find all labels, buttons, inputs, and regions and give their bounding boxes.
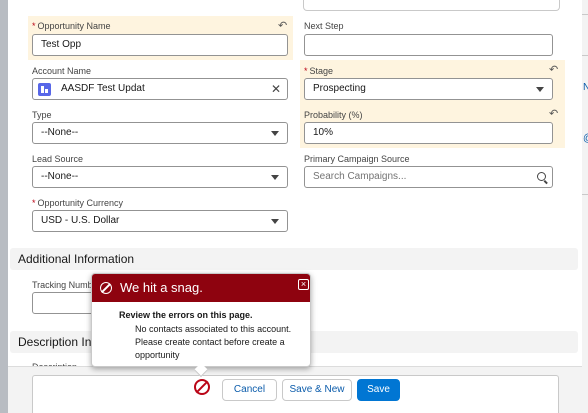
error-list: No contacts associated to this account. … [119,323,304,362]
backdrop-line [582,194,588,195]
opportunity-currency-field: * Opportunity Currency USD - U.S. Dollar [28,194,293,238]
campaign-search-input[interactable]: Search Campaigns... [304,166,553,188]
chevron-down-icon[interactable] [271,175,279,180]
error-popover: We hit a snag. × Review the errors on th… [91,273,311,378]
next-step-input[interactable] [304,34,553,56]
search-icon[interactable] [537,172,546,181]
label-text: Opportunity Currency [37,198,124,208]
undo-icon[interactable]: ↶ [549,107,558,120]
clear-icon[interactable]: ✕ [271,83,281,95]
backdrop-right [582,0,588,413]
label-text: Stage [309,66,334,76]
cancel-button[interactable]: Cancel [222,379,277,401]
save-and-new-button[interactable]: Save & New [282,379,352,401]
modal-footer: Cancel Save & New Save [8,366,582,413]
opportunity-name-label: * Opportunity Name [32,21,111,31]
lead-source-select[interactable]: --None-- [32,166,288,188]
chevron-down-icon[interactable] [271,219,279,224]
section-title: Description Inf [18,335,95,349]
chevron-down-icon[interactable] [536,87,544,92]
account-name-field: Account Name AASDF Test Updat ✕ [28,62,293,106]
error-popover-body: Review the errors on this page. No conta… [119,310,304,362]
error-popover-header: We hit a snag. × [92,274,310,302]
error-item: No contacts associated to this account. [135,324,292,334]
additional-information-section-header[interactable]: Additional Information [10,248,578,270]
backdrop-line [582,55,588,56]
primary-campaign-source-label: Primary Campaign Source [304,154,410,164]
next-step-field: Next Step [300,16,565,60]
account-name-label: Account Name [32,66,92,76]
error-icon [100,282,112,294]
undo-icon[interactable]: ↶ [278,19,287,32]
error-popover-title: We hit a snag. [120,280,203,295]
backdrop-line [582,14,588,15]
currency-select[interactable]: USD - U.S. Dollar [32,210,288,232]
next-step-label: Next Step [304,21,344,31]
close-icon[interactable]: × [298,279,309,290]
stage-label: * Stage [304,66,333,76]
previous-field-edge [303,0,560,11]
account-name-value: AASDF Test Updat [61,83,145,94]
opportunity-currency-label: * Opportunity Currency [32,198,123,208]
tracking-number-label: Tracking Numb [32,280,93,290]
required-marker: * [304,66,308,76]
account-icon [38,83,51,96]
undo-icon[interactable]: ↶ [549,63,558,76]
type-field: Type --None-- [28,106,293,150]
lead-source-label: Lead Source [32,154,84,164]
save-button[interactable]: Save [357,379,400,401]
section-title: Additional Information [18,252,135,266]
chevron-down-icon[interactable] [271,131,279,136]
required-marker: * [32,198,36,208]
backdrop-link: N [583,82,588,93]
error-item: Please create contact before create a op… [135,337,285,360]
probability-field: Probability (%) ↶ 10% [300,104,565,148]
opportunity-name-field: * Opportunity Name ↶ Test Opp [28,16,293,60]
opportunity-name-input[interactable]: Test Opp [32,34,288,56]
probability-label: Probability (%) [304,110,363,120]
account-name-input[interactable]: AASDF Test Updat ✕ [32,78,288,100]
error-icon[interactable] [194,379,210,395]
label-text: Opportunity Name [37,21,111,31]
probability-input[interactable]: 10% [304,122,553,144]
backdrop-link: @ [583,133,588,144]
error-summary: Review the errors on this page. [119,310,253,320]
required-marker: * [32,21,36,31]
stage-select[interactable]: Prospecting [304,78,553,100]
type-label: Type [32,110,52,120]
type-select[interactable]: --None-- [32,122,288,144]
stage-field: * Stage ↶ Prospecting [300,60,565,106]
lead-source-field: Lead Source --None-- [28,150,293,194]
primary-campaign-source-field: Primary Campaign Source Search Campaigns… [300,150,565,194]
